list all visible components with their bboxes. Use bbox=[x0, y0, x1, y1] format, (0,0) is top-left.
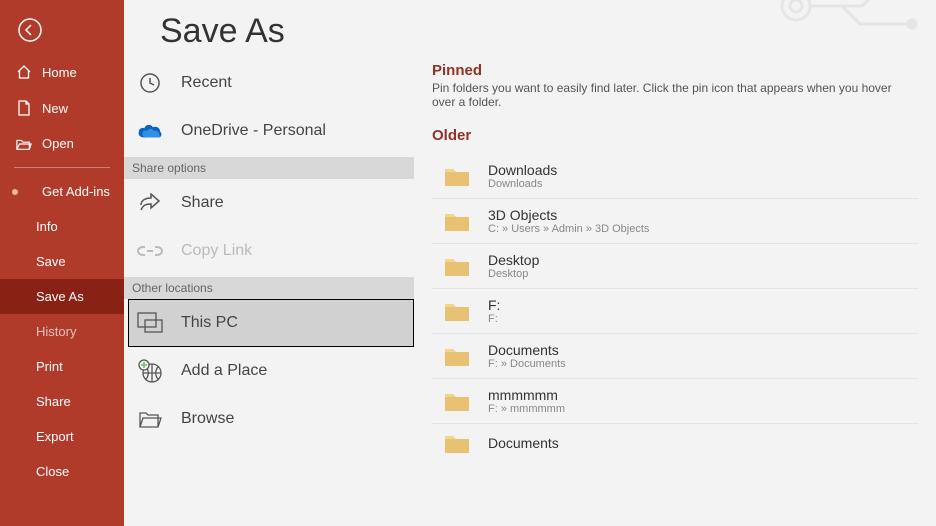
sidebar-item-get-add-ins[interactable]: Get Add-ins bbox=[0, 174, 124, 209]
folder-icon bbox=[444, 390, 470, 412]
location-this-pc[interactable]: This PC bbox=[128, 299, 414, 347]
location-share[interactable]: Share bbox=[128, 179, 414, 227]
sidebar-item-share[interactable]: Share bbox=[0, 384, 124, 419]
folder-name: Documents bbox=[488, 435, 559, 451]
location-browse[interactable]: Browse bbox=[128, 395, 414, 443]
sidebar-item-print[interactable]: Print bbox=[0, 349, 124, 384]
location-label: Copy Link bbox=[181, 242, 252, 260]
location-recent[interactable]: Recent bbox=[128, 59, 414, 107]
older-heading: Older bbox=[432, 127, 918, 144]
new-icon bbox=[16, 100, 32, 116]
location-label: Browse bbox=[181, 410, 234, 428]
location-label: Add a Place bbox=[181, 362, 267, 380]
new-indicator-dot bbox=[12, 189, 18, 195]
share-icon bbox=[137, 190, 163, 216]
locations-section-share: Share options bbox=[124, 157, 414, 179]
folder-icon bbox=[444, 165, 470, 187]
sidebar-item-close[interactable]: Close bbox=[0, 454, 124, 489]
folder-path: F: » mmmmmm bbox=[488, 403, 565, 415]
folder-row[interactable]: F:F: bbox=[432, 289, 918, 334]
backstage-sidebar: Home New Open Get Add-ins Info Save Save… bbox=[0, 0, 124, 526]
page-title: Save As bbox=[124, 0, 414, 59]
sidebar-item-new[interactable]: New bbox=[0, 90, 124, 126]
sidebar-item-home[interactable]: Home bbox=[0, 54, 124, 90]
sidebar-label: Open bbox=[42, 136, 74, 151]
folder-row[interactable]: DesktopDesktop bbox=[432, 244, 918, 289]
sidebar-label: Close bbox=[36, 464, 69, 479]
sidebar-label: Home bbox=[42, 65, 77, 80]
link-icon bbox=[137, 238, 163, 264]
sidebar-label: Save bbox=[36, 254, 66, 269]
sidebar-item-save-as[interactable]: Save As bbox=[0, 279, 124, 314]
sidebar-label: New bbox=[42, 101, 68, 116]
locations-section-other: Other locations bbox=[124, 277, 414, 299]
sidebar-item-info[interactable]: Info bbox=[0, 209, 124, 244]
sidebar-label: Export bbox=[36, 429, 74, 444]
folder-name: Documents bbox=[488, 342, 566, 358]
pinned-hint: Pin folders you want to easily find late… bbox=[432, 81, 918, 109]
folder-path: Downloads bbox=[488, 178, 557, 190]
addplace-icon bbox=[137, 358, 163, 384]
folder-row[interactable]: mmmmmmF: » mmmmmm bbox=[432, 379, 918, 424]
folder-icon bbox=[444, 255, 470, 277]
location-add-place[interactable]: Add a Place bbox=[128, 347, 414, 395]
folder-row[interactable]: DownloadsDownloads bbox=[432, 154, 918, 199]
back-arrow-icon bbox=[17, 17, 43, 43]
folder-icon bbox=[444, 210, 470, 232]
home-icon bbox=[16, 64, 32, 80]
sidebar-label: Info bbox=[36, 219, 58, 234]
location-label: This PC bbox=[181, 314, 238, 332]
back-button[interactable] bbox=[10, 10, 50, 50]
folder-name: Desktop bbox=[488, 252, 539, 268]
sidebar-item-history[interactable]: History bbox=[0, 314, 124, 349]
folder-name: F: bbox=[488, 297, 500, 313]
folder-name: Downloads bbox=[488, 162, 557, 178]
pinned-heading: Pinned bbox=[432, 62, 918, 79]
folder-path: F: bbox=[488, 313, 500, 325]
decorative-circuit-icon bbox=[772, 0, 936, 44]
sidebar-label: Share bbox=[36, 394, 71, 409]
folder-name: 3D Objects bbox=[488, 207, 649, 223]
content-pane: Pinned Pin folders you want to easily fi… bbox=[414, 0, 936, 526]
location-label: OneDrive - Personal bbox=[181, 122, 326, 140]
open-icon bbox=[16, 137, 32, 151]
sidebar-item-save[interactable]: Save bbox=[0, 244, 124, 279]
sidebar-label: Print bbox=[36, 359, 63, 374]
folder-path: C: » Users » Admin » 3D Objects bbox=[488, 223, 649, 235]
sidebar-label: Save As bbox=[36, 289, 84, 304]
sidebar-label: History bbox=[36, 324, 76, 339]
recent-icon bbox=[137, 70, 163, 96]
thispc-icon bbox=[137, 310, 163, 336]
locations-column: Save As Recent OneDrive - Personal Share… bbox=[124, 0, 414, 526]
folder-row[interactable]: Documents bbox=[432, 424, 918, 462]
sidebar-item-export[interactable]: Export bbox=[0, 419, 124, 454]
location-label: Recent bbox=[181, 74, 232, 92]
onedrive-icon bbox=[137, 118, 163, 144]
folder-row[interactable]: DocumentsF: » Documents bbox=[432, 334, 918, 379]
folder-icon bbox=[444, 345, 470, 367]
location-copy-link: Copy Link bbox=[128, 227, 414, 275]
sidebar-item-open[interactable]: Open bbox=[0, 126, 124, 161]
sidebar-label: Get Add-ins bbox=[42, 184, 110, 199]
location-label: Share bbox=[181, 194, 224, 212]
sidebar-divider bbox=[14, 167, 110, 168]
folder-list: DownloadsDownloads3D ObjectsC: » Users »… bbox=[432, 154, 918, 462]
folder-icon bbox=[444, 300, 470, 322]
folder-name: mmmmmm bbox=[488, 387, 565, 403]
folder-icon bbox=[444, 432, 470, 454]
browse-icon bbox=[137, 406, 163, 432]
folder-path: F: » Documents bbox=[488, 358, 566, 370]
folder-path: Desktop bbox=[488, 268, 539, 280]
location-onedrive[interactable]: OneDrive - Personal bbox=[128, 107, 414, 155]
folder-row[interactable]: 3D ObjectsC: » Users » Admin » 3D Object… bbox=[432, 199, 918, 244]
